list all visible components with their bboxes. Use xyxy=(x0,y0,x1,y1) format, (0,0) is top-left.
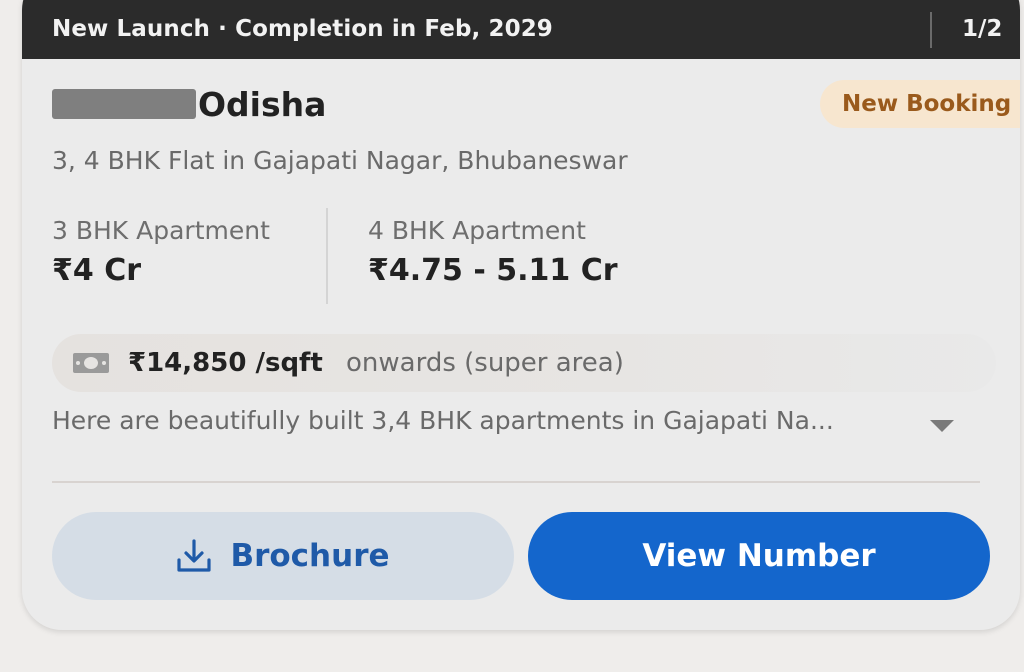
project-description: Here are beautifully built 3,4 BHK apart… xyxy=(52,406,834,435)
section-divider xyxy=(52,481,980,483)
view-number-label: View Number xyxy=(642,538,876,574)
brochure-button[interactable]: Brochure xyxy=(52,512,514,600)
header-divider xyxy=(930,12,932,48)
chevron-down-icon[interactable] xyxy=(928,418,956,434)
price-per-sqft: ₹14,850 /sqft xyxy=(128,348,323,378)
project-subtitle: 3, 4 BHK Flat in Gajapati Nagar, Bhubane… xyxy=(52,146,628,175)
download-icon xyxy=(177,539,212,572)
new-booking-badge: New Booking xyxy=(820,80,1020,128)
config-4bhk[interactable]: 4 BHK Apartment ₹4.75 - 5.11 Cr xyxy=(368,216,618,288)
config-divider xyxy=(326,208,328,304)
completion-status: New Launch · Completion in Feb, 2029 xyxy=(52,16,553,42)
config-label: 4 BHK Apartment xyxy=(368,216,586,245)
header-bar: New Launch · Completion in Feb, 2029 1/2 xyxy=(22,0,1020,59)
config-label: 3 BHK Apartment xyxy=(52,216,270,245)
project-title: Odisha xyxy=(198,85,327,124)
config-price: ₹4.75 - 5.11 Cr xyxy=(368,253,618,288)
price-per-sqft-pill: ₹14,850 /sqft onwards (super area) xyxy=(52,334,996,392)
config-price: ₹4 Cr xyxy=(52,253,142,288)
view-number-button[interactable]: View Number xyxy=(528,512,990,600)
brochure-label: Brochure xyxy=(230,538,390,574)
property-card[interactable]: New Launch · Completion in Feb, 2029 1/2… xyxy=(22,0,1020,630)
money-icon xyxy=(73,353,109,373)
redacted-name xyxy=(52,89,196,119)
config-3bhk[interactable]: 3 BHK Apartment ₹4 Cr xyxy=(52,216,270,288)
price-per-sqft-suffix: onwards (super area) xyxy=(346,348,624,378)
image-counter: 1/2 xyxy=(962,16,1003,42)
